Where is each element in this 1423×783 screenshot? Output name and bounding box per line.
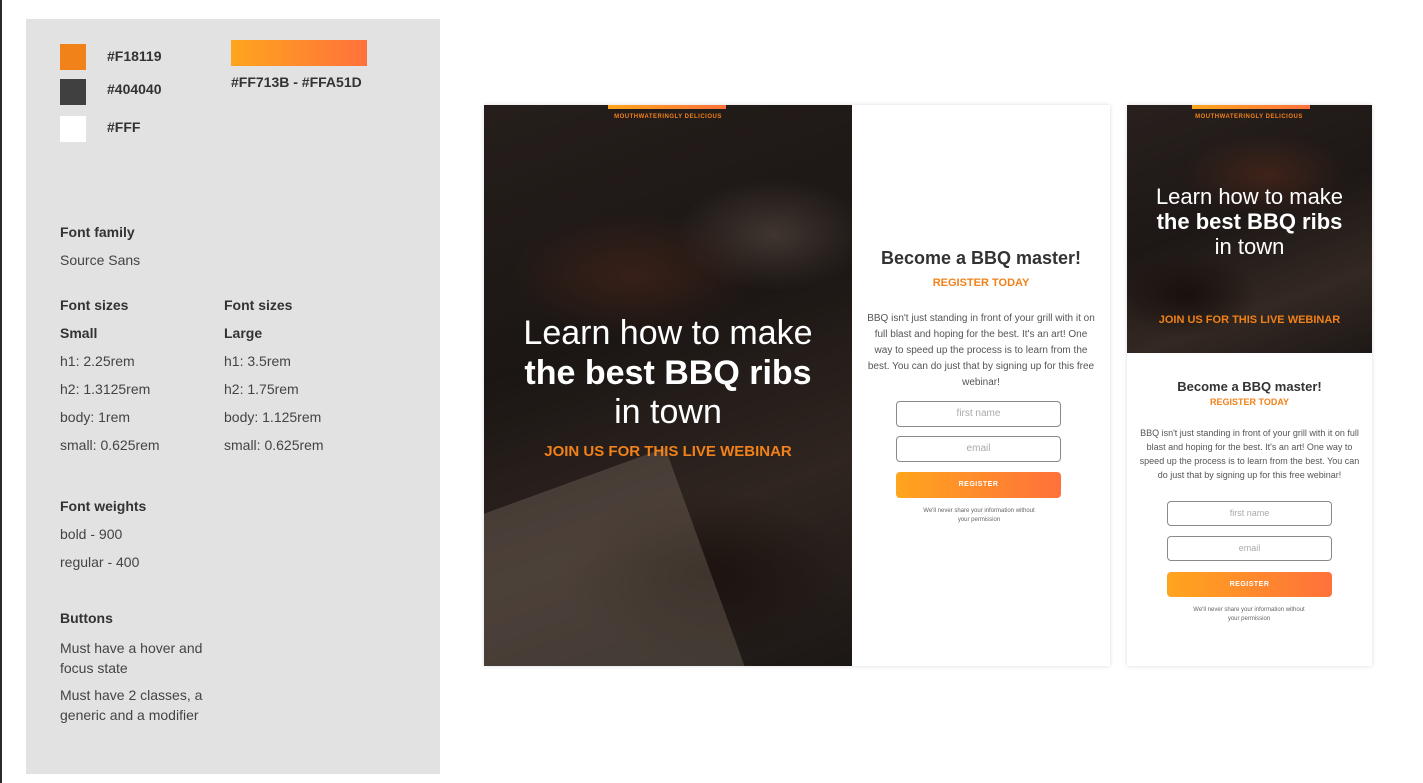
mobile-mockup: MOUTHWATERINGLY DELICIOUS Learn how to m… [1127,105,1372,666]
size-large-h1: h1: 3.5rem [224,353,291,369]
color-swatch-dark [60,79,86,105]
form-body: BBQ isn't just standing in front of your… [867,313,1095,388]
mobile-hero-subheading: JOIN US FOR THIS LIVE WEBINAR [1158,314,1341,326]
mobile-form-title: Become a BBQ master! [1177,379,1322,394]
font-weight-bold: bold - 900 [60,526,123,542]
form-register-label: REGISTER TODAY [932,277,1030,289]
font-sizes-small-heading: Font sizes [60,297,129,313]
size-small-small: small: 0.625rem [60,437,160,453]
color-label-primary: #F18119 [107,48,162,64]
mobile-hero-title-line1: Learn how to make [1155,184,1344,209]
font-sizes-large-sub: Large [224,325,263,341]
first-name-input[interactable]: first name [896,401,1061,427]
mobile-hero-title-line3: in town [1214,234,1285,259]
mobile-form-body: BBQ isn't just standing in front of your… [1139,428,1360,480]
tagline: MOUTHWATERINGLY DELICIOUS [614,114,722,120]
mobile-privacy-note: We'll never share your information witho… [1193,607,1305,622]
register-button[interactable]: REGISTER [896,472,1061,498]
size-large-small: small: 0.625rem [224,437,324,453]
size-large-body: body: 1.125rem [224,409,322,425]
font-sizes-large-heading: Font sizes [224,297,293,313]
size-large-h2: h2: 1.75rem [224,381,299,397]
size-small-body: body: 1rem [60,409,131,425]
style-guide-panel: #F18119 #404040 #FFF #FF713B - #FFA51D F… [26,19,440,774]
font-weights-heading: Font weights [60,498,147,514]
font-weight-regular: regular - 400 [60,554,140,570]
size-small-h2: h2: 1.3125rem [60,381,151,397]
tagline-accent-bar [608,105,726,109]
mobile-email-input[interactable]: email [1167,536,1332,561]
font-sizes-small-sub: Small [60,325,98,341]
color-label-dark: #404040 [107,81,162,97]
mobile-hero-title-line2: the best BBQ ribs [1156,209,1343,234]
gradient-swatch [231,40,367,66]
buttons-note-classes: Must have 2 classes, a generic and a mod… [60,687,203,723]
form-title: Become a BBQ master! [880,248,1082,268]
buttons-note-states: Must have a hover and focus state [60,640,203,676]
mobile-tagline-accent-bar [1192,105,1310,109]
hero-title-line1: Learn how to make [523,314,813,352]
color-label-light: #FFF [107,119,141,135]
hero-title-line2: the best BBQ ribs [524,354,812,392]
email-input[interactable]: email [896,436,1061,462]
color-swatch-primary [60,44,86,70]
mobile-first-name-input[interactable]: first name [1167,501,1332,526]
window-edge [0,0,2,783]
buttons-heading: Buttons [60,610,113,626]
hero-title-line3: in town [614,393,722,431]
color-swatch-light [60,116,86,142]
size-small-h1: h1: 2.25rem [60,353,135,369]
privacy-note: We'll never share your information witho… [923,508,1035,523]
hero-subheading: JOIN US FOR THIS LIVE WEBINAR [544,443,792,460]
desktop-mockup: MOUTHWATERINGLY DELICIOUS Learn how to m… [484,105,1110,666]
mobile-tagline: MOUTHWATERINGLY DELICIOUS [1195,114,1303,120]
mobile-form-register-label: REGISTER TODAY [1209,397,1290,407]
mobile-register-button[interactable]: REGISTER [1167,572,1332,597]
font-family-value: Source Sans [60,252,141,268]
gradient-label: #FF713B - #FFA51D [231,74,362,90]
font-family-heading: Font family [60,224,135,240]
